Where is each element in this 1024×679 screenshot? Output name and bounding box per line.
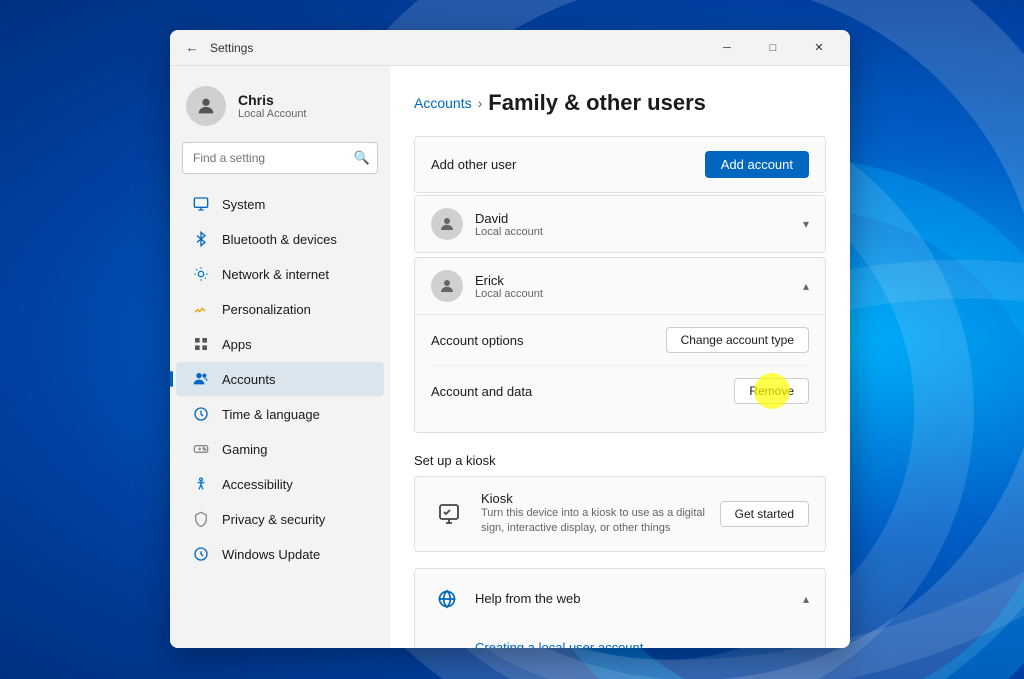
kiosk-description: Turn this device into a kiosk to use as … <box>481 506 706 537</box>
sidebar-item-personalization[interactable]: Personalization <box>176 292 384 326</box>
change-account-type-button[interactable]: Change account type <box>666 327 809 353</box>
help-icon <box>431 583 463 615</box>
sidebar-item-network[interactable]: Network & internet <box>176 257 384 291</box>
search-icon: 🔍 <box>354 150 370 166</box>
remove-button-label: Remove <box>749 384 794 398</box>
user-name-david: David <box>475 211 803 226</box>
breadcrumb-current: Family & other users <box>488 90 706 116</box>
sidebar-item-accounts[interactable]: Accounts <box>176 362 384 396</box>
sidebar-item-apps[interactable]: Apps <box>176 327 384 361</box>
sidebar-item-bluetooth[interactable]: Bluetooth & devices <box>176 222 384 256</box>
sidebar-item-update[interactable]: Windows Update <box>176 537 384 571</box>
sidebar-item-label-network: Network & internet <box>222 267 329 282</box>
content-area: Chris Local Account 🔍 System <box>170 66 850 648</box>
chevron-up-icon-help: ▴ <box>803 592 809 606</box>
user-name-erick: Erick <box>475 273 803 288</box>
add-user-label: Add other user <box>431 157 516 172</box>
minimize-button[interactable]: ─ <box>704 30 750 66</box>
user-name: Chris <box>238 92 307 108</box>
help-section: Help from the web ▴ Creating a local use… <box>414 568 826 648</box>
kiosk-icon <box>431 496 467 532</box>
user-type-erick: Local account <box>475 288 803 300</box>
avatar <box>186 86 226 126</box>
user-info-david: David Local account <box>475 211 803 238</box>
user-profile[interactable]: Chris Local Account <box>170 66 390 138</box>
network-icon <box>192 265 210 283</box>
back-button[interactable]: ← <box>178 34 206 62</box>
help-links: Creating a local user account Switching … <box>415 629 825 648</box>
sidebar-item-time[interactable]: Time & language <box>176 397 384 431</box>
sidebar-item-label-gaming: Gaming <box>222 442 268 457</box>
breadcrumb-separator: › <box>478 95 483 111</box>
search-input[interactable] <box>182 142 378 174</box>
account-data-row: Account and data Remove <box>431 366 809 416</box>
time-icon <box>192 405 210 423</box>
main-content: Accounts › Family & other users Add othe… <box>390 66 850 648</box>
user-avatar-erick <box>431 270 463 302</box>
chevron-down-icon-david: ▾ <box>803 217 809 231</box>
sidebar-item-label-accounts: Accounts <box>222 372 275 387</box>
bluetooth-icon <box>192 230 210 248</box>
help-header[interactable]: Help from the web ▴ <box>415 569 825 629</box>
sidebar-item-system[interactable]: System <box>176 187 384 221</box>
account-options-label: Account options <box>431 333 524 348</box>
breadcrumb-parent[interactable]: Accounts <box>414 95 472 111</box>
update-icon <box>192 545 210 563</box>
user-item-erick-header[interactable]: Erick Local account ▴ <box>415 258 825 314</box>
gaming-icon <box>192 440 210 458</box>
kiosk-info: Kiosk Turn this device into a kiosk to u… <box>481 491 706 537</box>
sidebar: Chris Local Account 🔍 System <box>170 66 390 648</box>
add-user-row: Add other user Add account <box>414 136 826 193</box>
help-title-label: Help from the web <box>475 591 581 606</box>
sidebar-item-label-accessibility: Accessibility <box>222 477 293 492</box>
account-options-row: Account options Change account type <box>431 315 809 366</box>
user-avatar-david <box>431 208 463 240</box>
user-type: Local Account <box>238 108 307 120</box>
personalization-icon <box>192 300 210 318</box>
kiosk-name: Kiosk <box>481 491 706 506</box>
system-icon <box>192 195 210 213</box>
window-title: Settings <box>210 41 704 55</box>
kiosk-section-header: Set up a kiosk <box>414 453 826 468</box>
chevron-up-icon-erick: ▴ <box>803 279 809 293</box>
title-bar: ← Settings ─ □ ✕ <box>170 30 850 66</box>
maximize-button[interactable]: □ <box>750 30 796 66</box>
sidebar-item-accessibility[interactable]: Accessibility <box>176 467 384 501</box>
kiosk-section: Set up a kiosk Kiosk Turn this device in… <box>414 453 826 552</box>
sidebar-nav: System Bluetooth & devices Network & int… <box>170 186 390 572</box>
help-link-local-account[interactable]: Creating a local user account <box>475 637 809 648</box>
remove-button[interactable]: Remove <box>734 378 809 404</box>
sidebar-item-label-update: Windows Update <box>222 547 320 562</box>
apps-icon <box>192 335 210 353</box>
breadcrumb: Accounts › Family & other users <box>414 90 826 116</box>
sidebar-item-label-personalization: Personalization <box>222 302 311 317</box>
accounts-icon <box>192 370 210 388</box>
sidebar-item-label-apps: Apps <box>222 337 252 352</box>
sidebar-item-gaming[interactable]: Gaming <box>176 432 384 466</box>
user-item-david-header[interactable]: David Local account ▾ <box>415 196 825 252</box>
account-data-label: Account and data <box>431 384 532 399</box>
sidebar-item-label-privacy: Privacy & security <box>222 512 325 527</box>
kiosk-card: Kiosk Turn this device into a kiosk to u… <box>414 476 826 552</box>
help-title-row: Help from the web <box>431 583 581 615</box>
add-account-button[interactable]: Add account <box>705 151 809 178</box>
close-button[interactable]: ✕ <box>796 30 842 66</box>
user-item-erick: Erick Local account ▴ Account options Ch… <box>414 257 826 433</box>
user-info: Chris Local Account <box>238 92 307 120</box>
privacy-icon <box>192 510 210 528</box>
erick-expanded-section: Account options Change account type Acco… <box>415 314 825 432</box>
sidebar-item-privacy[interactable]: Privacy & security <box>176 502 384 536</box>
accessibility-icon <box>192 475 210 493</box>
settings-window: ← Settings ─ □ ✕ Chris Local Account <box>170 30 850 648</box>
window-controls: ─ □ ✕ <box>704 30 842 66</box>
sidebar-item-label-bluetooth: Bluetooth & devices <box>222 232 337 247</box>
kiosk-get-started-button[interactable]: Get started <box>720 501 809 527</box>
sidebar-item-label-system: System <box>222 197 265 212</box>
search-box: 🔍 <box>182 142 378 174</box>
user-info-erick: Erick Local account <box>475 273 803 300</box>
user-item-david: David Local account ▾ <box>414 195 826 253</box>
user-type-david: Local account <box>475 226 803 238</box>
sidebar-item-label-time: Time & language <box>222 407 320 422</box>
